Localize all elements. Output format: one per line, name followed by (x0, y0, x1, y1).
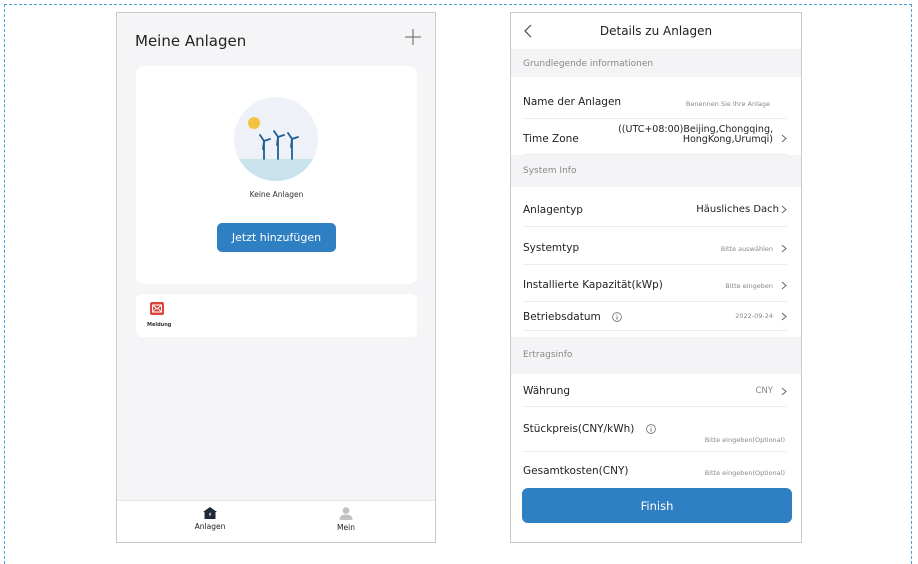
add-plant-button[interactable]: Jetzt hinzufügen (217, 223, 336, 252)
row-label: Installierte Kapazität(kWp) (523, 279, 663, 291)
row-label: Time Zone (523, 133, 579, 145)
capacity-input[interactable]: Bitte eingeben (725, 282, 773, 290)
empty-state-text: Keine Anlagen (249, 190, 304, 199)
row-total-cost[interactable]: Gesamtkosten(CNY) Bitte eingeben(Optiona… (523, 459, 787, 483)
plant-type-value: Häusliches Dach (696, 204, 779, 215)
row-label: Stückpreis(CNY/kWh) (523, 423, 656, 435)
my-plants-screen: Meine Anlagen Keine Anlagen Jetzt hinzuf… (116, 12, 436, 543)
row-currency[interactable]: Währung CNY (523, 377, 787, 407)
row-label: Anlagentyp (523, 204, 583, 216)
unit-price-label: Stückpreis(CNY/kWh) (523, 423, 635, 435)
unit-price-input[interactable]: Bitte eingeben(Optional) (705, 436, 785, 444)
currency-value[interactable]: CNY (756, 386, 774, 396)
chevron-right-icon (781, 281, 787, 290)
section-income-info: Ertragsinfo (511, 337, 801, 374)
message-label: Meldung (147, 322, 172, 328)
row-label: Name der Anlagen (523, 96, 622, 108)
row-label: Systemtyp (523, 242, 580, 254)
chevron-right-icon (781, 312, 787, 321)
row-time-zone[interactable]: Time Zone ((UTC+08:00)Beijing,Chongqing,… (523, 119, 787, 155)
message-card[interactable]: Meldung (136, 294, 417, 337)
tab-mein[interactable]: Mein (316, 507, 376, 532)
chevron-right-icon (781, 387, 787, 396)
plus-icon[interactable] (403, 27, 423, 47)
tab-label: Mein (337, 523, 355, 532)
header: Details zu Anlagen (511, 13, 801, 49)
chevron-right-icon (781, 205, 787, 214)
chevron-right-icon (781, 244, 787, 253)
info-icon[interactable] (645, 424, 656, 434)
tab-label: Anlagen (194, 522, 226, 531)
operation-date-value[interactable]: 2022-09-24 (735, 312, 773, 320)
system-type-select[interactable]: Bitte auswählen (721, 245, 773, 253)
user-icon (339, 507, 353, 520)
section-basic-info: Grundlegende informationen (511, 49, 801, 77)
row-capacity[interactable]: Installierte Kapazität(kWp) Bitte eingeb… (523, 268, 787, 302)
envelope-icon (150, 302, 164, 315)
info-icon[interactable] (612, 312, 622, 322)
header: Meine Anlagen (117, 13, 435, 65)
time-zone-value: ((UTC+08:00)Beijing,Chongqing, HongKong,… (618, 125, 773, 145)
tab-bar: Anlagen Mein (117, 500, 435, 542)
operation-date-label: Betriebsdatum (523, 311, 601, 323)
empty-plants-card: Keine Anlagen Jetzt hinzufügen (136, 66, 417, 284)
row-label: Betriebsdatum (523, 311, 622, 323)
section-system-info: System Info (511, 155, 801, 187)
row-system-type[interactable]: Systemtyp Bitte auswählen (523, 231, 787, 265)
total-cost-input[interactable]: Bitte eingeben(Optional) (705, 469, 785, 477)
wind-turbine-icon (234, 97, 318, 181)
plant-name-input[interactable]: Benennen Sie Ihre Anlage (686, 100, 770, 108)
row-operation-date[interactable]: Betriebsdatum 2022-09-24 (523, 303, 787, 331)
page-title: Details zu Anlagen (599, 24, 713, 38)
row-plant-name[interactable]: Name der Anlagen Benennen Sie Ihre Anlag… (523, 85, 787, 119)
chevron-right-icon (781, 134, 787, 143)
plant-details-screen: Details zu Anlagen Grundlegende informat… (510, 12, 802, 543)
page-title: Meine Anlagen (135, 32, 247, 50)
row-label: Währung (523, 385, 571, 397)
finish-button[interactable]: Finish (522, 488, 792, 523)
row-label: Gesamtkosten(CNY) (523, 465, 629, 477)
row-unit-price[interactable]: Stückpreis(CNY/kWh) Bitte eingeben(Optio… (523, 415, 787, 452)
tab-anlagen[interactable]: Anlagen (180, 507, 240, 531)
home-icon (203, 507, 217, 519)
row-plant-type[interactable]: Anlagentyp Häusliches Dach (523, 193, 787, 227)
time-zone-line-2: HongKong,Urumqi) (682, 134, 773, 145)
